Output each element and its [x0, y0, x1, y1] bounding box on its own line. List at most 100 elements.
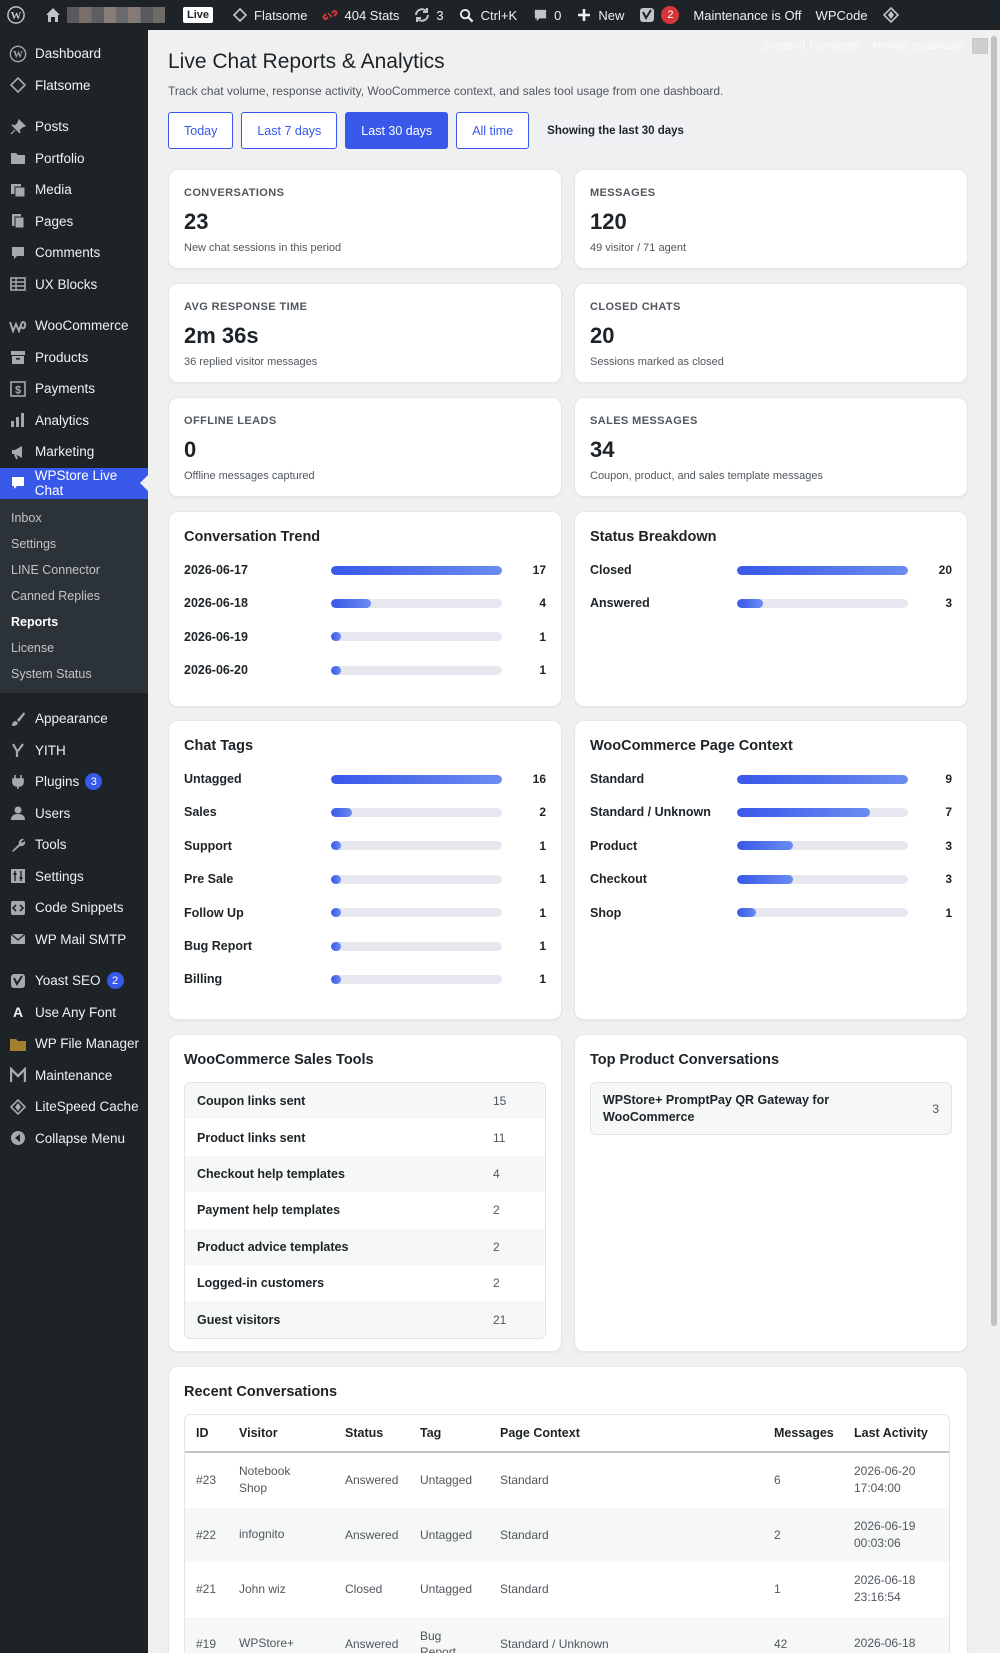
live-indicator[interactable]: Live: [176, 0, 224, 30]
chart-icon: [8, 410, 28, 430]
sidebar-item-media[interactable]: Media: [0, 174, 148, 206]
cell-last-activity: 2026-06-18 23:16:54: [843, 1572, 949, 1606]
comments-count: 0: [554, 7, 562, 23]
sidebar-item-ux-blocks[interactable]: UX Blocks: [0, 269, 148, 301]
submenu-line-connector[interactable]: LINE Connector: [0, 557, 148, 583]
bar-row: Answered 3: [590, 593, 952, 613]
scrollbar-thumb[interactable]: [991, 36, 997, 1326]
comments-menu[interactable]: 0: [524, 0, 568, 30]
col-header-messages[interactable]: Messages: [763, 1426, 843, 1440]
sidebar-item-marketing[interactable]: Marketing: [0, 436, 148, 468]
updates-icon: [413, 6, 431, 24]
yoast-menu[interactable]: 2: [631, 0, 686, 30]
product-conversation-item[interactable]: WPStore+ PromptPay QR Gateway for WooCom…: [590, 1082, 952, 1135]
filter-today-button[interactable]: Today: [168, 112, 234, 149]
sidebar-item-plugins[interactable]: Plugins 3: [0, 766, 148, 798]
svg-text:W: W: [13, 49, 23, 60]
conversation-trend-card: Conversation Trend 2026-06-17 17 2026-06-1…: [168, 511, 562, 707]
sidebar-item-pages[interactable]: Pages: [0, 206, 148, 238]
live-chat-submenu: Inbox Settings LINE Connector Canned Rep…: [0, 499, 148, 693]
megaphone-icon: [8, 442, 28, 462]
sidebar-item-label: WooCommerce: [35, 318, 129, 334]
col-header-tag[interactable]: Tag: [409, 1425, 489, 1441]
col-header-visitor[interactable]: Visitor: [228, 1425, 334, 1442]
page-scrollbar[interactable]: [988, 30, 1000, 1653]
col-header-id[interactable]: ID: [185, 1426, 228, 1440]
sidebar-item-flatsome[interactable]: Flatsome: [0, 70, 148, 102]
stat-subtext: New chat sessions in this period: [184, 242, 342, 254]
dashboard-icon: W: [8, 44, 28, 64]
sidebar-item-tools[interactable]: Tools: [0, 829, 148, 861]
table-row[interactable]: #23 Notebook Shop Answered Untagged Standard 6…: [185, 1453, 949, 1508]
home-icon: [44, 6, 62, 24]
sidebar-item-collapse-menu[interactable]: Collapse Menu: [0, 1123, 148, 1155]
table-row[interactable]: #21 John wiz Closed Untagged Standard 1 2026-0…: [185, 1562, 949, 1617]
submenu-canned-replies[interactable]: Canned Replies: [0, 583, 148, 609]
submenu-reports[interactable]: Reports: [0, 609, 148, 635]
sidebar-item-portfolio[interactable]: Portfolio: [0, 143, 148, 175]
sidebar-item-yith[interactable]: YITH: [0, 735, 148, 767]
stat-subtext: 36 replied visitor messages: [184, 356, 318, 368]
filter-all-time-button[interactable]: All time: [456, 112, 530, 149]
site-name-menu[interactable]: [37, 0, 176, 30]
sidebar-item-products[interactable]: Products: [0, 342, 148, 374]
tag-line: Report: [420, 1644, 457, 1653]
bar-label: 2026-06-17: [184, 563, 248, 577]
activity-date: 2026-06-20: [854, 1464, 916, 1479]
sidebar-item-appearance[interactable]: Appearance: [0, 703, 148, 735]
filter-last-7-days-button[interactable]: Last 7 days: [241, 112, 338, 149]
wp-logo-menu[interactable]: W: [0, 0, 37, 30]
sidebar-item-code-snippets[interactable]: Code Snippets: [0, 892, 148, 924]
svg-text:$: $: [15, 384, 21, 396]
bar-label: Product: [590, 838, 638, 853]
stat-card-messages: MESSAGES 120 49 visitor / 71 agent: [574, 169, 968, 269]
sales-tool-value: 15: [493, 1094, 507, 1109]
sidebar-item-users[interactable]: Users: [0, 798, 148, 830]
flatsome-menu[interactable]: Flatsome: [224, 0, 314, 30]
sidebar-item-posts[interactable]: Posts: [0, 111, 148, 143]
cell-id: #19: [196, 1636, 217, 1651]
filter-last-30-days-button[interactable]: Last 30 days: [345, 112, 449, 149]
sidebar-item-maintenance[interactable]: Maintenance: [0, 1060, 148, 1092]
sidebar-item-settings[interactable]: Settings: [0, 861, 148, 893]
sidebar-item-woocommerce[interactable]: WooCommerce: [0, 310, 148, 342]
sidebar-item-dashboard[interactable]: W Dashboard: [0, 38, 148, 70]
wpcode-menu[interactable]: WPCode: [809, 0, 875, 30]
sidebar-item-yoast-seo[interactable]: Yoast SEO 2: [0, 965, 148, 997]
stats-404-menu[interactable]: 404 Stats: [314, 0, 406, 30]
table-row[interactable]: #19 WPStore+ Answered Bug Report Standard / U…: [185, 1616, 949, 1653]
table-row[interactable]: #22 infognito Answered Untagged Standard 2 202…: [185, 1507, 949, 1562]
sidebar-item-wp-mail-smtp[interactable]: WP Mail SMTP: [0, 924, 148, 956]
maintenance-status[interactable]: Maintenance is Off: [686, 0, 808, 30]
col-header-page-context[interactable]: Page Context: [489, 1426, 763, 1440]
sidebar-item-payments[interactable]: $ Payments: [0, 373, 148, 405]
submenu-settings[interactable]: Settings: [0, 531, 148, 557]
sales-tool-name: Logged-in customers: [197, 1276, 325, 1291]
bar-track: [737, 841, 908, 851]
bar-label: Sales: [184, 805, 217, 820]
sidebar-item-analytics[interactable]: Analytics: [0, 405, 148, 437]
table-body: #23 Notebook Shop Answered Untagged Standard 6…: [185, 1453, 949, 1653]
bar-fill: [737, 565, 908, 575]
bar-count: 1: [539, 972, 546, 987]
litespeed-menu[interactable]: [875, 0, 912, 30]
col-header-status[interactable]: Status: [334, 1426, 409, 1440]
sidebar-item-wp-file-manager[interactable]: WP File Manager: [0, 1028, 148, 1060]
submenu-license[interactable]: License: [0, 635, 148, 661]
submenu-inbox[interactable]: Inbox: [0, 505, 148, 531]
col-header-last-activity[interactable]: Last Activity: [843, 1425, 949, 1442]
product-name-line: WPStore+ PromptPay QR Gateway for: [603, 1092, 830, 1107]
sidebar-item-comments[interactable]: Comments: [0, 237, 148, 269]
bar-count: 20: [938, 563, 952, 577]
search-menu[interactable]: Ctrl+K: [451, 0, 524, 30]
bar-fill: [737, 841, 794, 851]
sidebar-item-litespeed-cache[interactable]: LiteSpeed Cache: [0, 1091, 148, 1123]
sidebar-item-wpstore-live-chat[interactable]: WPStore Live Chat: [0, 467, 148, 499]
updates-menu[interactable]: 3: [406, 0, 450, 30]
bar-row: 2026-06-18 4: [184, 593, 546, 613]
new-content-menu[interactable]: New: [568, 0, 631, 30]
user-icon: [8, 803, 28, 823]
font-icon: A: [12, 1004, 24, 1021]
submenu-system-status[interactable]: System Status: [0, 661, 148, 687]
sidebar-item-use-any-font[interactable]: A Use Any Font: [0, 997, 148, 1029]
